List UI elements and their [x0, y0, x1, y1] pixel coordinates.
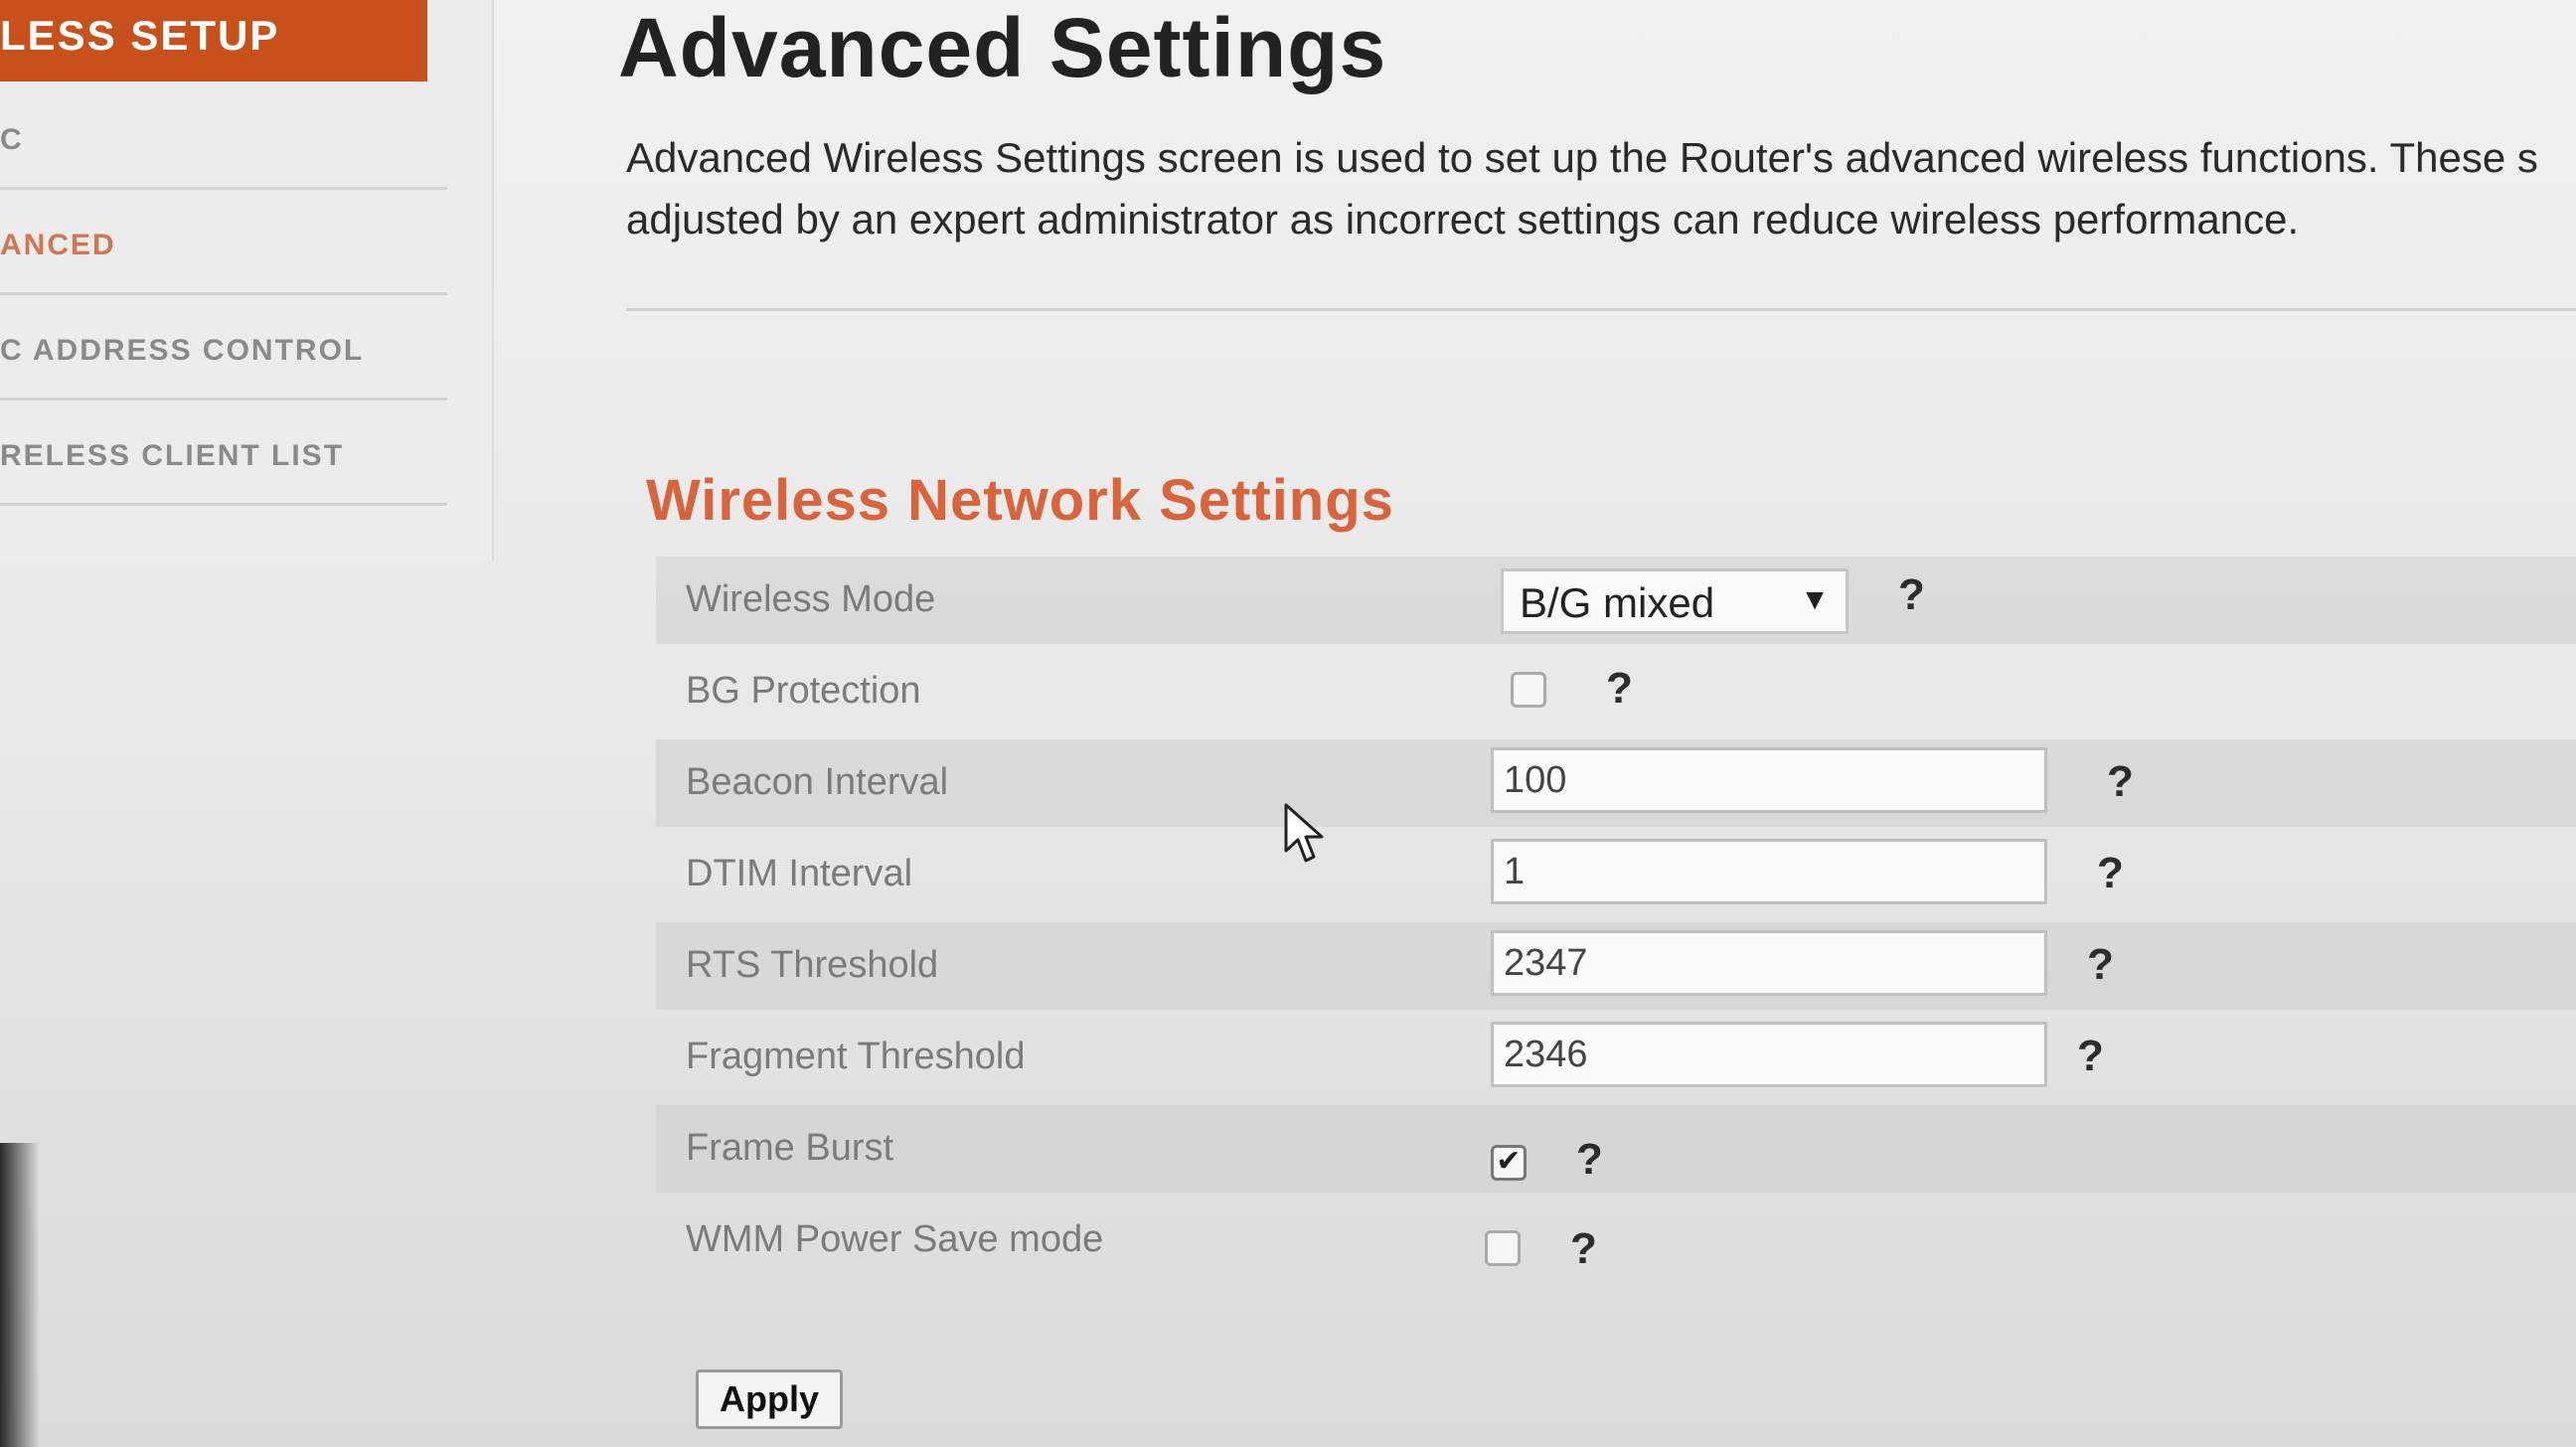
wmm-power-save-label: WMM Power Save mode: [686, 1218, 1104, 1260]
wireless-mode-value: B/G mixed: [1520, 579, 1715, 626]
chevron-down-icon: ▼: [1800, 583, 1830, 616]
beacon-interval-input[interactable]: [1491, 747, 2047, 813]
page-description: Advanced Wireless Settings screen is use…: [626, 127, 2574, 250]
row-wmm-power-save: WMM Power Save mode ?: [656, 1197, 2576, 1284]
page-title: Advanced Settings: [618, 1, 1387, 94]
sidebar-item-label: RELESS CLIENT LIST: [0, 439, 345, 472]
dtim-interval-input[interactable]: [1491, 839, 2047, 904]
row-rts-threshold: RTS Threshold ?: [656, 922, 2576, 1010]
rts-threshold-label: RTS Threshold: [686, 944, 939, 986]
help-icon[interactable]: ?: [2087, 940, 2114, 990]
section-title: Wireless Network Settings: [646, 468, 1394, 533]
help-icon[interactable]: ?: [1570, 1224, 1597, 1274]
help-icon[interactable]: ?: [1576, 1135, 1603, 1185]
screen-bezel: [0, 1143, 40, 1447]
description-line-1: Advanced Wireless Settings screen is use…: [626, 134, 2538, 181]
sidebar-item-advanced[interactable]: ANCED: [0, 189, 447, 295]
sidebar-item-label: C: [0, 123, 24, 156]
sidebar-item-wireless-client-list[interactable]: RELESS CLIENT LIST: [0, 400, 447, 506]
description-line-2: adjusted by an expert administrator as i…: [626, 196, 2300, 242]
frame-burst-label: Frame Burst: [686, 1127, 894, 1169]
help-icon[interactable]: ?: [2097, 849, 2124, 898]
wmm-power-save-checkbox[interactable]: [1485, 1230, 1521, 1266]
bg-protection-checkbox[interactable]: [1511, 672, 1546, 708]
divider: [626, 308, 2576, 311]
help-icon[interactable]: ?: [2077, 1032, 2104, 1081]
sidebar-header-wireless-setup[interactable]: LESS SETUP: [0, 0, 427, 81]
help-icon[interactable]: ?: [2107, 757, 2134, 807]
sidebar-item-mac-address-control[interactable]: C ADDRESS CONTROL: [0, 294, 447, 401]
dtim-interval-label: DTIM Interval: [686, 853, 913, 894]
sidebar: LESS SETUP C ANCED C ADDRESS CONTROL REL…: [0, 0, 494, 562]
row-dtim-interval: DTIM Interval ?: [656, 831, 2576, 918]
sidebar-item-label: C ADDRESS CONTROL: [0, 334, 365, 367]
help-icon[interactable]: ?: [1898, 570, 1925, 620]
row-beacon-interval: Beacon Interval ?: [656, 739, 2576, 827]
sidebar-item-label: ANCED: [0, 229, 116, 261]
wireless-mode-label: Wireless Mode: [686, 578, 936, 620]
bg-protection-label: BG Protection: [686, 670, 921, 712]
row-wireless-mode: Wireless Mode B/G mixed ▼ ?: [656, 557, 2576, 644]
rts-threshold-input[interactable]: [1491, 930, 2047, 996]
wireless-mode-select[interactable]: B/G mixed ▼: [1501, 568, 1849, 634]
fragment-threshold-input[interactable]: [1491, 1022, 2047, 1087]
fragment-threshold-label: Fragment Threshold: [686, 1036, 1026, 1077]
frame-burst-checkbox[interactable]: ✔: [1491, 1145, 1527, 1181]
help-icon[interactable]: ?: [1606, 664, 1633, 714]
apply-button[interactable]: Apply: [696, 1369, 843, 1429]
beacon-interval-label: Beacon Interval: [686, 761, 949, 803]
row-bg-protection: BG Protection ?: [656, 648, 2576, 735]
mouse-pointer-icon: [1284, 803, 1324, 863]
row-frame-burst: Frame Burst ✔ ?: [656, 1105, 2576, 1193]
sidebar-item-basic[interactable]: C: [0, 83, 447, 190]
row-fragment-threshold: Fragment Threshold ?: [656, 1014, 2576, 1101]
